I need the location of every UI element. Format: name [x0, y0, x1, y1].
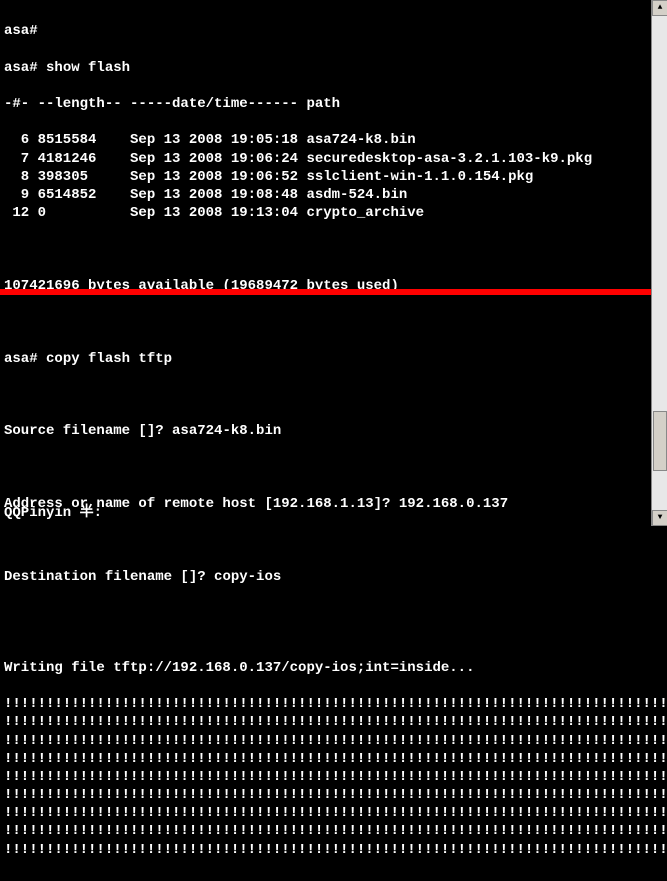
- table-row: 8 398305 Sep 13 2008 19:06:52 sslclient-…: [4, 168, 663, 186]
- scrollbar[interactable]: ▲ ▼: [651, 0, 667, 526]
- scrollbar-thumb[interactable]: [653, 411, 667, 471]
- flash-table: 6 8515584 Sep 13 2008 19:05:18 asa724-k8…: [4, 131, 663, 222]
- progress-row: !!!!!!!!!!!!!!!!!!!!!!!!!!!!!!!!!!!!!!!!…: [4, 786, 663, 804]
- progress-row: !!!!!!!!!!!!!!!!!!!!!!!!!!!!!!!!!!!!!!!!…: [4, 750, 663, 768]
- source-value: asa724-k8.bin: [172, 423, 281, 439]
- blank-line: [4, 459, 663, 477]
- blank-line: [4, 240, 663, 258]
- progress-row: !!!!!!!!!!!!!!!!!!!!!!!!!!!!!!!!!!!!!!!!…: [4, 841, 663, 859]
- dest-filename-line: Destination filename []? copy-ios: [4, 568, 663, 586]
- dest-value: copy-ios: [214, 569, 281, 585]
- blank-line: [4, 313, 663, 331]
- prompt-line: asa#: [4, 22, 663, 40]
- progress-row: !!!!!!!!!!!!!!!!!!!!!!!!!!!!!!!!!!!!!!!!…: [4, 822, 663, 840]
- addr-value: 192.168.0.137: [399, 496, 508, 512]
- flash-header: -#- --length-- -----date/time------ path: [4, 95, 663, 113]
- scroll-up-button[interactable]: ▲: [652, 0, 667, 16]
- table-row: 7 4181246 Sep 13 2008 19:06:24 securedes…: [4, 150, 663, 168]
- command-line: asa# copy flash tftp: [4, 350, 663, 368]
- progress-row: !!!!!!!!!!!!!!!!!!!!!!!!!!!!!!!!!!!!!!!!…: [4, 695, 663, 713]
- dest-prompt: Destination filename []?: [4, 569, 214, 585]
- progress-row: !!!!!!!!!!!!!!!!!!!!!!!!!!!!!!!!!!!!!!!!…: [4, 804, 663, 822]
- prompt: asa#: [4, 351, 46, 367]
- blank-line: [4, 531, 663, 549]
- command-show-flash: show flash: [46, 60, 130, 76]
- highlight-line: [0, 289, 667, 295]
- command-copy: copy flash tftp: [46, 351, 172, 367]
- blank-line: [4, 622, 663, 640]
- remote-host-line: Address or name of remote host [192.168.…: [4, 495, 663, 513]
- progress-row: !!!!!!!!!!!!!!!!!!!!!!!!!!!!!!!!!!!!!!!!…: [4, 713, 663, 731]
- blank-line: [4, 386, 663, 404]
- scrollbar-track[interactable]: [652, 16, 667, 510]
- command-line: asa# show flash: [4, 59, 663, 77]
- writing-file-line: Writing file tftp://192.168.0.137/copy-i…: [4, 659, 663, 677]
- scroll-down-button[interactable]: ▼: [652, 510, 667, 526]
- ime-status-bar: QQPinyin 半:: [4, 504, 102, 522]
- progress-indicator: !!!!!!!!!!!!!!!!!!!!!!!!!!!!!!!!!!!!!!!!…: [4, 695, 663, 859]
- table-row: 6 8515584 Sep 13 2008 19:05:18 asa724-k8…: [4, 131, 663, 149]
- terminal-output[interactable]: asa# asa# show flash -#- --length-- ----…: [0, 0, 667, 881]
- prompt: asa#: [4, 60, 46, 76]
- source-prompt: Source filename []?: [4, 423, 172, 439]
- progress-row: !!!!!!!!!!!!!!!!!!!!!!!!!!!!!!!!!!!!!!!!…: [4, 768, 663, 786]
- table-row: 12 0 Sep 13 2008 19:13:04 crypto_archive: [4, 204, 663, 222]
- table-row: 9 6514852 Sep 13 2008 19:08:48 asdm-524.…: [4, 186, 663, 204]
- progress-row: !!!!!!!!!!!!!!!!!!!!!!!!!!!!!!!!!!!!!!!!…: [4, 732, 663, 750]
- source-filename-line: Source filename []? asa724-k8.bin: [4, 422, 663, 440]
